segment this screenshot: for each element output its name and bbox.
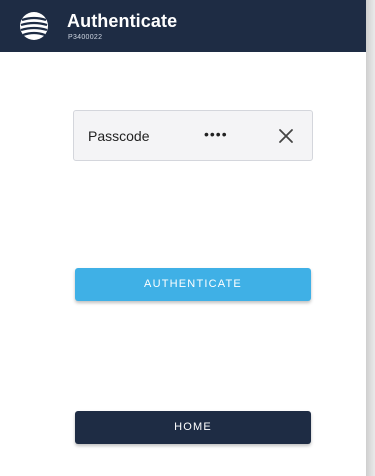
background-edge: [366, 0, 375, 476]
passcode-input[interactable]: ••••: [204, 126, 228, 142]
home-button[interactable]: HOME: [75, 411, 311, 444]
passcode-label: Passcode: [88, 128, 150, 144]
passcode-field[interactable]: Passcode ••••: [73, 110, 313, 161]
globe-logo-icon: [20, 12, 48, 40]
page-title: Authenticate: [67, 11, 178, 31]
close-icon[interactable]: [274, 125, 298, 147]
app-header: Authenticate P3400022: [0, 0, 366, 52]
authenticate-button[interactable]: AUTHENTICATE: [75, 268, 311, 301]
device-id: P3400022: [68, 34, 103, 41]
app-screen: Authenticate P3400022 Passcode •••• AUTH…: [0, 0, 366, 476]
